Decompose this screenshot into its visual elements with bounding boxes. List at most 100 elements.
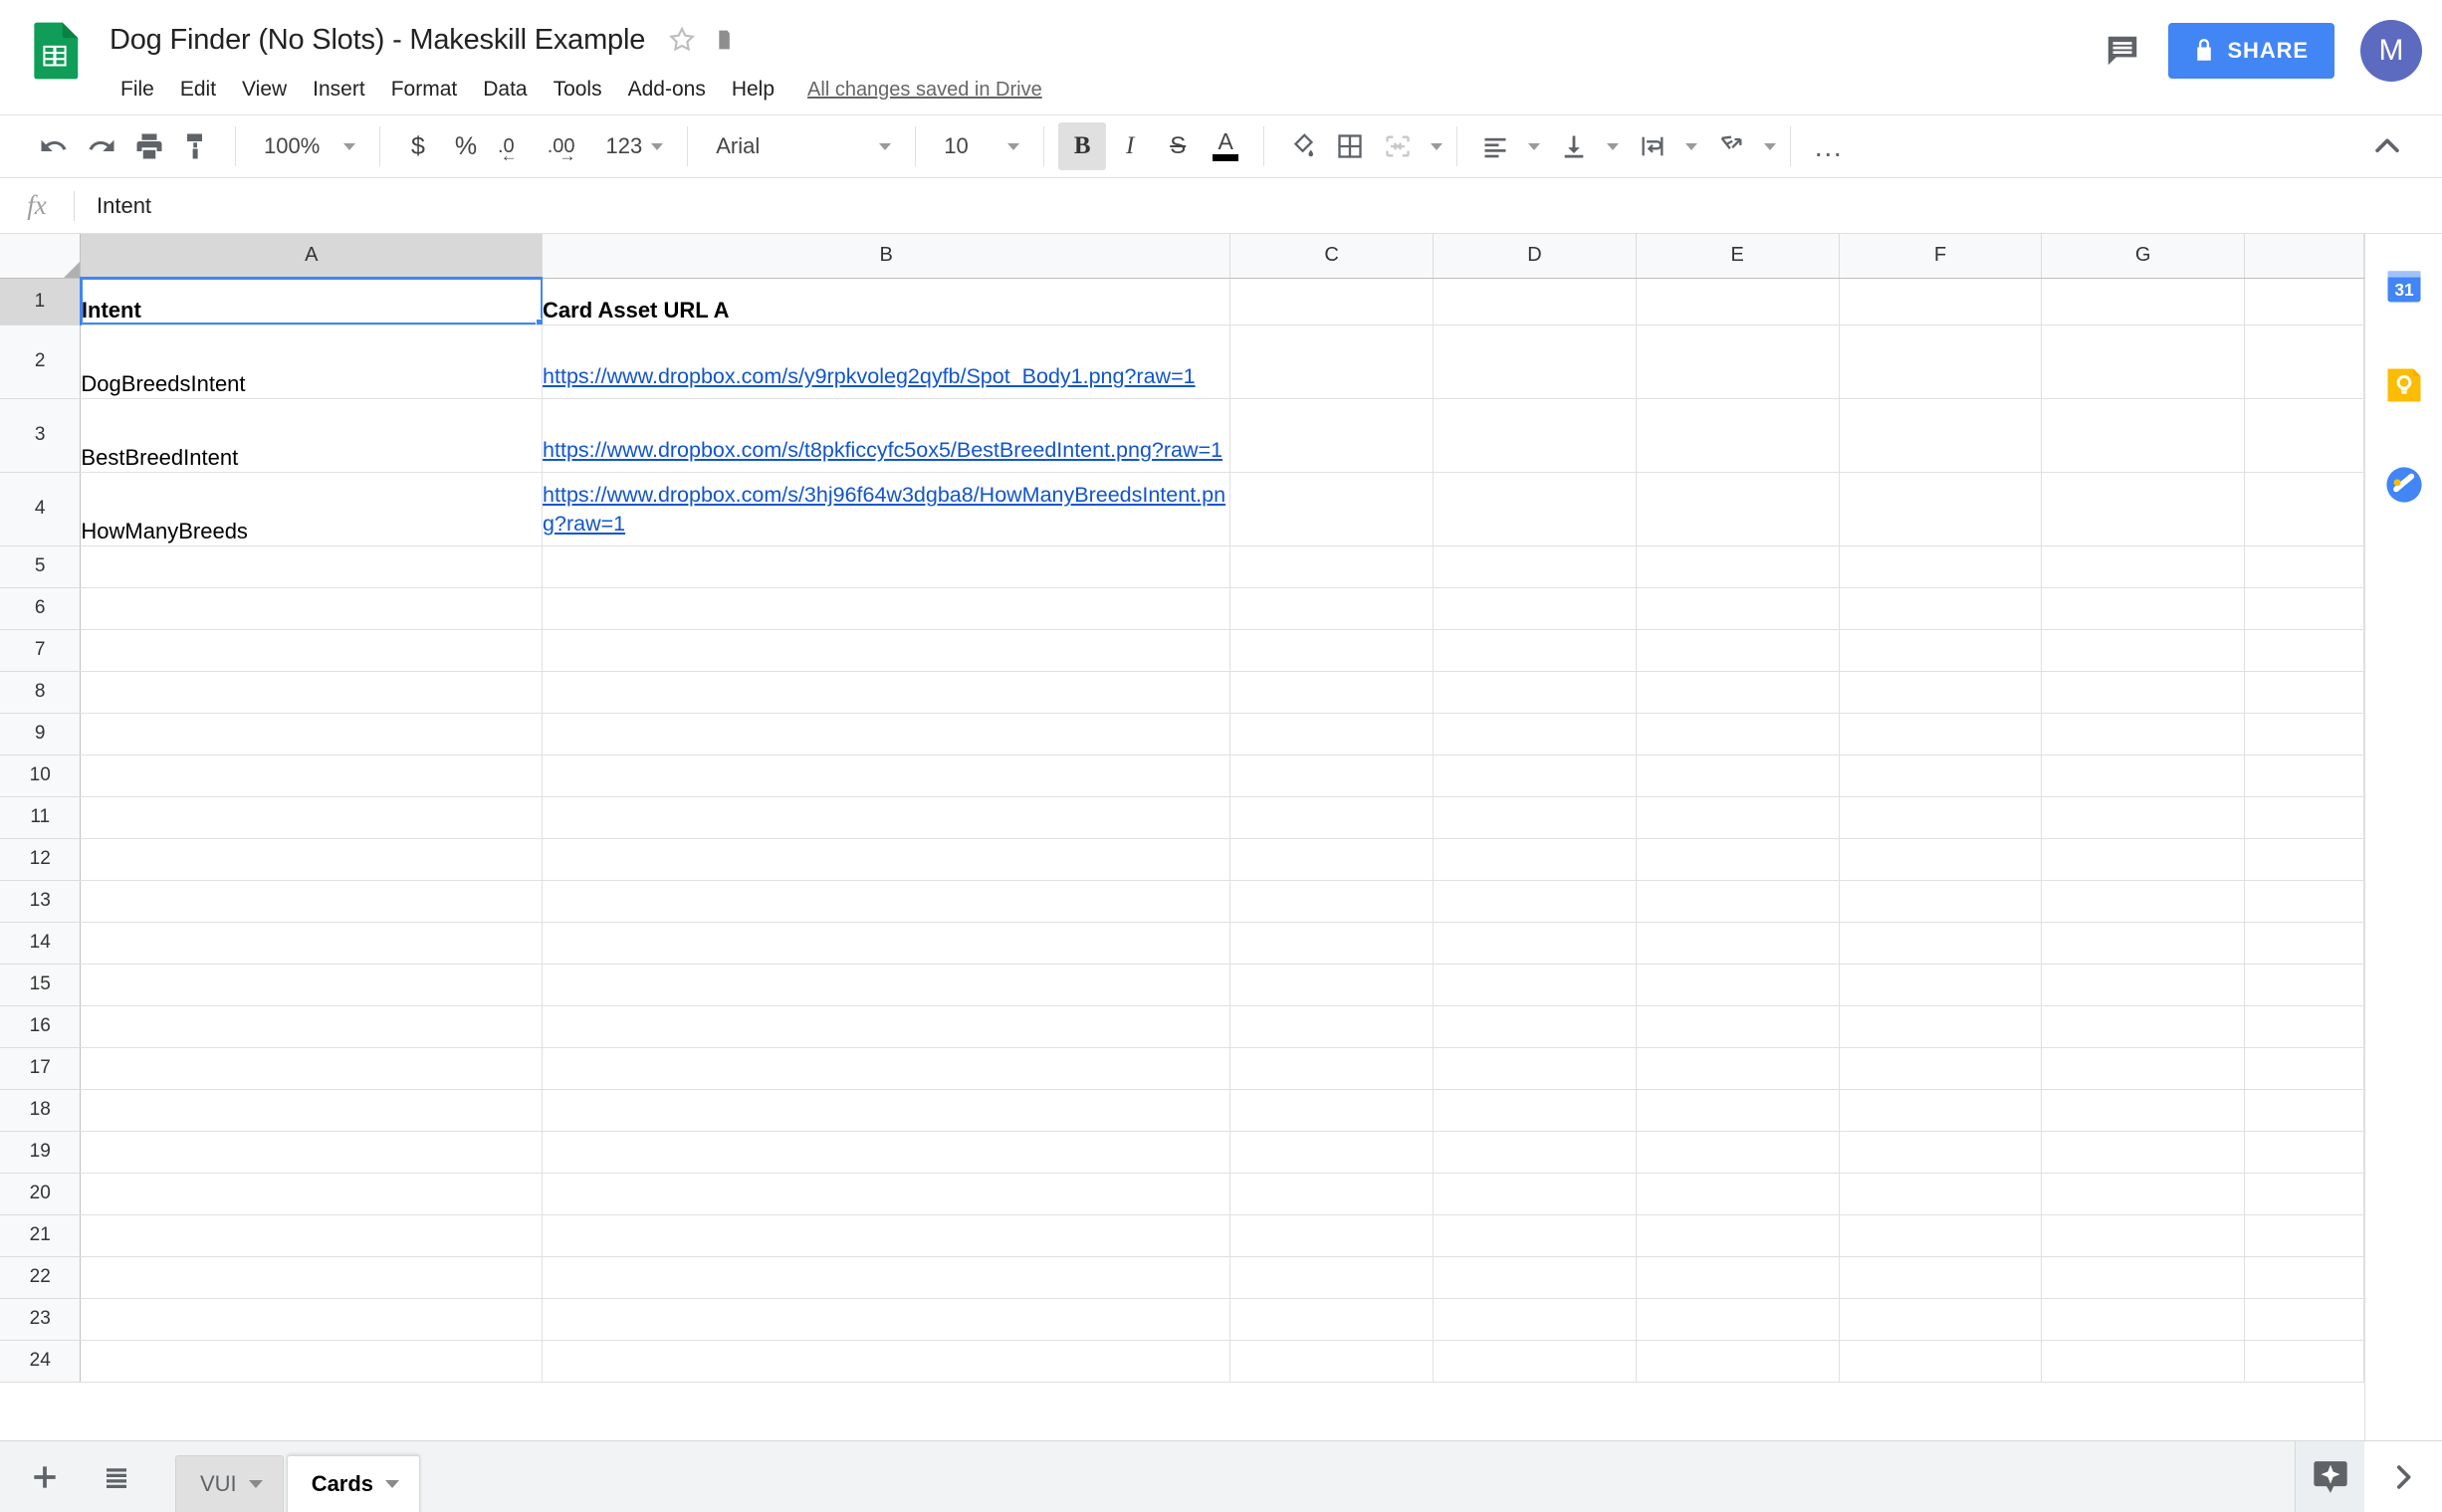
comment-icon[interactable] [2095, 23, 2150, 79]
cell-G7[interactable] [2041, 629, 2246, 672]
chevron-down-icon[interactable] [1431, 142, 1443, 150]
cell-D16[interactable] [1433, 1005, 1637, 1048]
menu-file[interactable]: File [108, 73, 167, 107]
cell-G9[interactable] [2041, 713, 2246, 756]
row-header-19[interactable]: 19 [0, 1131, 82, 1174]
cell-E11[interactable] [1636, 796, 1840, 839]
cell-B10[interactable] [542, 755, 1231, 797]
column-header-g[interactable]: G [2041, 234, 2246, 279]
column-header-e[interactable]: E [1636, 234, 1840, 279]
save-status-link[interactable]: All changes saved in Drive [807, 79, 1042, 102]
cell-F14[interactable] [1839, 922, 2043, 965]
cell-G17[interactable] [2041, 1047, 2246, 1090]
cell-F13[interactable] [1839, 880, 2043, 923]
cell-F3[interactable] [1839, 398, 2043, 473]
cell-C17[interactable] [1229, 1047, 1435, 1090]
google-tasks-icon[interactable] [2382, 463, 2426, 507]
cell-E4[interactable] [1636, 472, 1840, 546]
cell-A2[interactable]: DogBreedsIntent [80, 324, 544, 399]
cell-B13[interactable] [542, 880, 1231, 923]
increase-decimal-button[interactable]: .00 → [540, 122, 600, 170]
cell-A23[interactable] [80, 1298, 544, 1341]
chevron-down-icon[interactable] [385, 1480, 400, 1488]
cell-B18[interactable] [542, 1089, 1231, 1132]
cell-A20[interactable] [80, 1173, 544, 1215]
cell-B7[interactable] [542, 629, 1231, 672]
cell-C5[interactable] [1229, 545, 1435, 588]
cell-C6[interactable] [1229, 587, 1435, 630]
cell-D4[interactable] [1433, 472, 1637, 546]
row-header-5[interactable]: 5 [0, 545, 82, 588]
column-header-d[interactable]: D [1433, 234, 1637, 279]
cell-F2[interactable] [1839, 324, 2043, 399]
column-header-c[interactable]: C [1229, 234, 1435, 279]
cell-E12[interactable] [1636, 838, 1840, 881]
cell-E19[interactable] [1636, 1131, 1840, 1174]
cell-C4[interactable] [1229, 472, 1435, 546]
cell-F19[interactable] [1839, 1131, 2043, 1174]
cell-A5[interactable] [80, 545, 544, 588]
cell-F18[interactable] [1839, 1089, 2043, 1132]
cell-B8[interactable] [542, 671, 1231, 714]
cell-E20[interactable] [1636, 1173, 1840, 1215]
cell-A24[interactable] [80, 1340, 544, 1383]
cell-E16[interactable] [1636, 1005, 1840, 1048]
cell-G21[interactable] [2041, 1214, 2246, 1257]
cell-E5[interactable] [1636, 545, 1840, 588]
more-toolbar-options-button[interactable]: … [1805, 122, 1853, 170]
text-wrap-icon[interactable] [1629, 122, 1676, 170]
cell-C3[interactable] [1229, 398, 1435, 473]
cell-B1[interactable]: Card Asset URL A [542, 278, 1231, 325]
cell-F24[interactable] [1839, 1340, 2043, 1383]
print-icon[interactable] [125, 122, 173, 170]
cell-C19[interactable] [1229, 1131, 1435, 1174]
number-format-select[interactable]: 123 [600, 122, 674, 170]
cell-G24[interactable] [2041, 1340, 2246, 1383]
cell-D9[interactable] [1433, 713, 1637, 756]
cell-C12[interactable] [1229, 838, 1435, 881]
cell-F17[interactable] [1839, 1047, 2043, 1090]
zoom-select[interactable]: 100% [250, 122, 365, 170]
vertical-align-icon[interactable] [1550, 122, 1598, 170]
undo-icon[interactable] [30, 122, 78, 170]
cell-F16[interactable] [1839, 1005, 2043, 1048]
cell-G3[interactable] [2041, 398, 2246, 473]
cell-F1[interactable] [1839, 278, 2043, 325]
cell-E13[interactable] [1636, 880, 1840, 923]
cell-C20[interactable] [1229, 1173, 1435, 1215]
cell-link[interactable]: https://www.dropbox.com/s/t8pkficcyfc5ox… [543, 436, 1229, 465]
strikethrough-button[interactable]: S [1154, 122, 1202, 170]
sheet-tab-cards[interactable]: Cards [286, 1454, 421, 1512]
cell-G8[interactable] [2041, 671, 2246, 714]
row-header-9[interactable]: 9 [0, 713, 82, 756]
cell-A8[interactable] [80, 671, 544, 714]
chevron-up-icon[interactable] [2362, 122, 2412, 170]
cell-E2[interactable] [1636, 324, 1840, 399]
row-header-4[interactable]: 4 [0, 472, 82, 546]
cell-G14[interactable] [2041, 922, 2246, 965]
text-color-button[interactable]: A [1202, 122, 1249, 170]
cell-G4[interactable] [2041, 472, 2246, 546]
text-rotation-icon[interactable] [1707, 122, 1755, 170]
cell-E23[interactable] [1636, 1298, 1840, 1341]
column-header-a[interactable]: A [80, 234, 544, 279]
cell-E24[interactable] [1636, 1340, 1840, 1383]
row-header-14[interactable]: 14 [0, 922, 82, 965]
cell-B17[interactable] [542, 1047, 1231, 1090]
cell-B21[interactable] [542, 1214, 1231, 1257]
cell-B22[interactable] [542, 1256, 1231, 1299]
sheet-tab-vui[interactable]: VUI [175, 1454, 284, 1512]
row-header-23[interactable]: 23 [0, 1298, 82, 1341]
formula-input[interactable] [75, 178, 2442, 233]
cell-F6[interactable] [1839, 587, 2043, 630]
cell-B15[interactable] [542, 964, 1231, 1006]
chevron-down-icon[interactable] [1764, 142, 1777, 150]
cell-A22[interactable] [80, 1256, 544, 1299]
cell-A15[interactable] [80, 964, 544, 1006]
cell-G2[interactable] [2041, 324, 2246, 399]
cell-D2[interactable] [1433, 324, 1637, 399]
menu-help[interactable]: Help [719, 73, 787, 107]
share-button[interactable]: SHARE [2168, 23, 2334, 79]
cell-C24[interactable] [1229, 1340, 1435, 1383]
cell-E10[interactable] [1636, 755, 1840, 797]
